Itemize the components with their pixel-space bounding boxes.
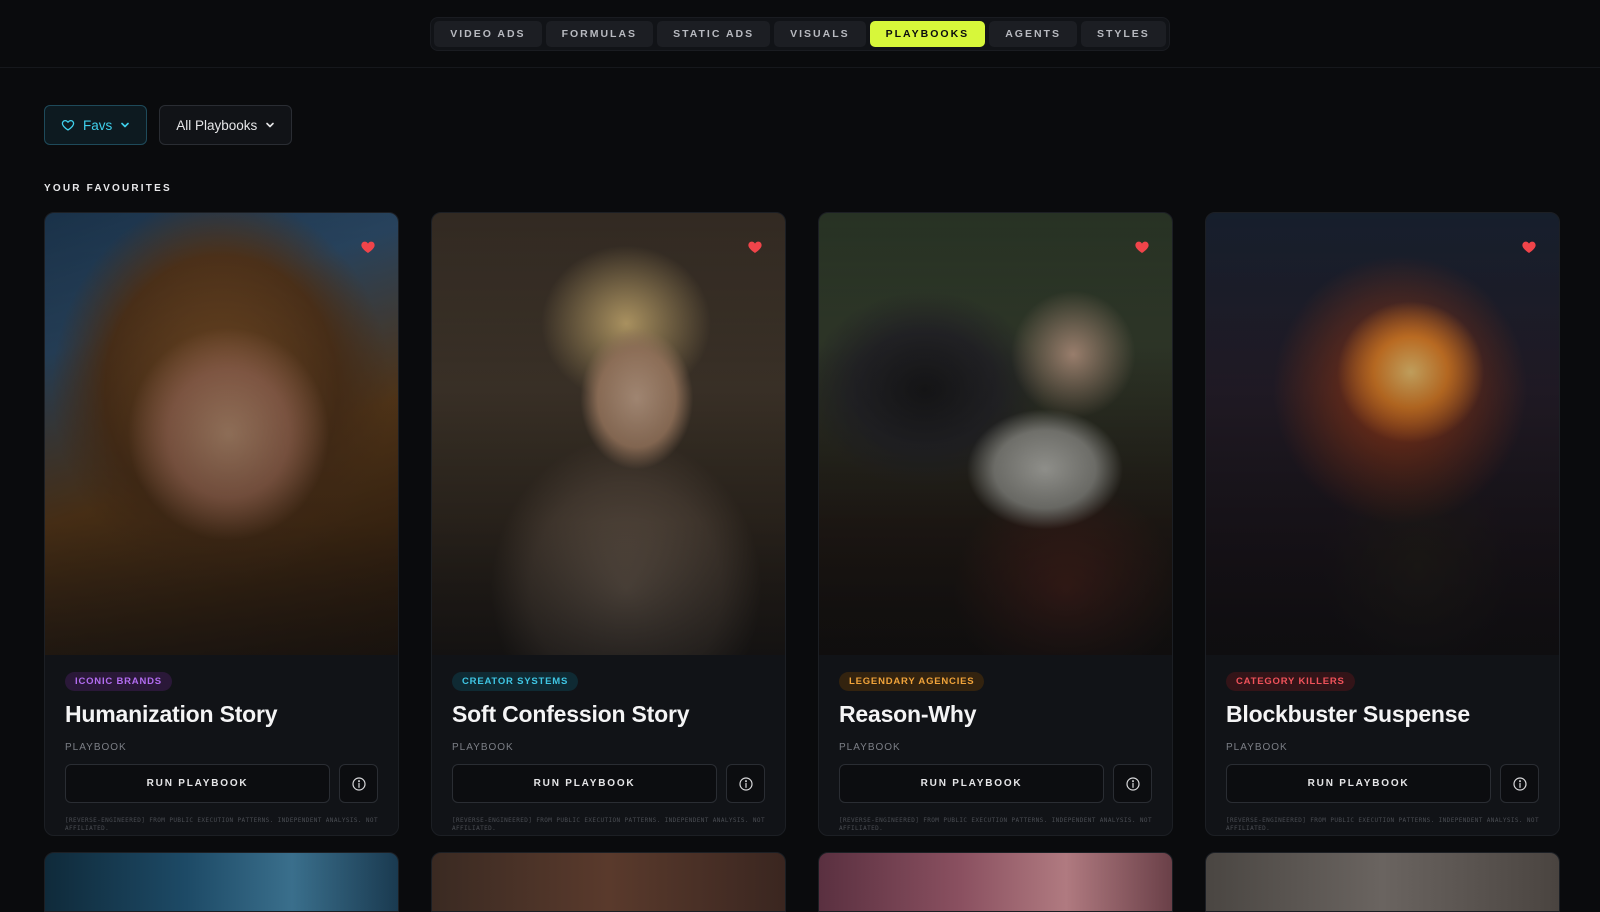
card-thumbnail <box>432 213 785 655</box>
run-playbook-button[interactable]: RUN PLAYBOOK <box>1226 764 1492 803</box>
playbook-card-thumbnail[interactable] <box>818 852 1173 912</box>
heart-outline-icon <box>61 119 75 131</box>
info-icon <box>1125 776 1140 791</box>
run-playbook-button[interactable]: RUN PLAYBOOK <box>452 764 718 803</box>
card-actions: RUN PLAYBOOK <box>1226 764 1539 803</box>
card-title: Reason-Why <box>839 701 977 727</box>
chevron-down-icon <box>121 122 130 128</box>
run-playbook-button[interactable]: RUN PLAYBOOK <box>65 764 331 803</box>
card-body: CATEGORY KILLERS Blockbuster Suspense PL… <box>1206 655 1559 833</box>
card-type: PLAYBOOK <box>452 742 514 753</box>
card-body: LEGENDARY AGENCIES Reason-Why PLAYBOOK R… <box>819 655 1172 833</box>
playbook-card-thumbnail[interactable] <box>431 852 786 912</box>
tab-styles[interactable]: STYLES <box>1080 20 1166 47</box>
card-actions: RUN PLAYBOOK <box>452 764 765 803</box>
category-tag: LEGENDARY AGENCIES <box>839 672 985 691</box>
info-icon <box>1512 776 1527 791</box>
heart-filled-icon[interactable] <box>360 239 376 255</box>
info-button[interactable] <box>339 764 378 803</box>
top-navigation: VIDEO ADS FORMULAS STATIC ADS VISUALS PL… <box>0 0 1600 68</box>
heart-filled-icon[interactable] <box>1521 239 1537 255</box>
playbook-card[interactable]: CATEGORY KILLERS Blockbuster Suspense PL… <box>1205 212 1560 836</box>
playbook-card[interactable]: LEGENDARY AGENCIES Reason-Why PLAYBOOK R… <box>818 212 1173 836</box>
second-row-cards <box>44 852 1560 912</box>
card-disclaimer: [REVERSE-ENGINEERED] FROM PUBLIC EXECUTI… <box>452 817 765 832</box>
card-disclaimer: [REVERSE-ENGINEERED] FROM PUBLIC EXECUTI… <box>839 817 1152 832</box>
heart-filled-icon[interactable] <box>747 239 763 255</box>
tab-visuals[interactable]: VISUALS <box>774 20 866 47</box>
info-button[interactable] <box>1113 764 1152 803</box>
category-tag: CATEGORY KILLERS <box>1226 672 1355 691</box>
card-title: Soft Confession Story <box>452 701 690 727</box>
category-tabs: VIDEO ADS FORMULAS STATIC ADS VISUALS PL… <box>430 16 1170 51</box>
playbooks-dropdown[interactable]: All Playbooks <box>159 105 293 145</box>
playbook-card-thumbnail[interactable] <box>44 852 399 912</box>
tab-agents[interactable]: AGENTS <box>989 20 1077 47</box>
tab-video-ads[interactable]: VIDEO ADS <box>434 20 542 47</box>
playbook-card[interactable]: CREATOR SYSTEMS Soft Confession Story PL… <box>431 212 786 836</box>
info-button[interactable] <box>1500 764 1539 803</box>
favs-filter-label: Favs <box>83 117 113 133</box>
filter-bar: Favs All Playbooks <box>44 105 293 145</box>
info-icon <box>351 776 366 791</box>
category-tag: ICONIC BRANDS <box>65 672 172 691</box>
card-disclaimer: [REVERSE-ENGINEERED] FROM PUBLIC EXECUTI… <box>65 817 378 832</box>
card-title: Humanization Story <box>65 701 278 727</box>
playbook-card-thumbnail[interactable] <box>1205 852 1560 912</box>
tab-playbooks[interactable]: PLAYBOOKS <box>869 20 986 47</box>
tab-static-ads[interactable]: STATIC ADS <box>657 20 771 47</box>
card-type: PLAYBOOK <box>1226 742 1288 753</box>
card-body: CREATOR SYSTEMS Soft Confession Story PL… <box>432 655 785 833</box>
card-disclaimer: [REVERSE-ENGINEERED] FROM PUBLIC EXECUTI… <box>1226 817 1539 832</box>
playbook-card[interactable]: ICONIC BRANDS Humanization Story PLAYBOO… <box>44 212 399 836</box>
playbooks-dropdown-label: All Playbooks <box>176 117 258 133</box>
heart-filled-icon[interactable] <box>1134 239 1150 255</box>
card-actions: RUN PLAYBOOK <box>839 764 1152 803</box>
category-tag: CREATOR SYSTEMS <box>452 672 579 691</box>
card-thumbnail <box>45 213 398 655</box>
section-title: YOUR FAVOURITES <box>44 183 172 194</box>
info-button[interactable] <box>726 764 765 803</box>
run-playbook-button[interactable]: RUN PLAYBOOK <box>839 764 1105 803</box>
favourites-grid: ICONIC BRANDS Humanization Story PLAYBOO… <box>44 212 1560 836</box>
card-thumbnail <box>819 213 1172 655</box>
card-actions: RUN PLAYBOOK <box>65 764 378 803</box>
card-type: PLAYBOOK <box>839 742 901 753</box>
card-thumbnail <box>1206 213 1559 655</box>
info-icon <box>738 776 753 791</box>
tab-formulas[interactable]: FORMULAS <box>545 20 654 47</box>
favs-filter-button[interactable]: Favs <box>44 105 148 145</box>
card-title: Blockbuster Suspense <box>1226 701 1470 727</box>
card-body: ICONIC BRANDS Humanization Story PLAYBOO… <box>45 655 398 833</box>
chevron-down-icon <box>266 122 275 128</box>
card-type: PLAYBOOK <box>65 742 127 753</box>
